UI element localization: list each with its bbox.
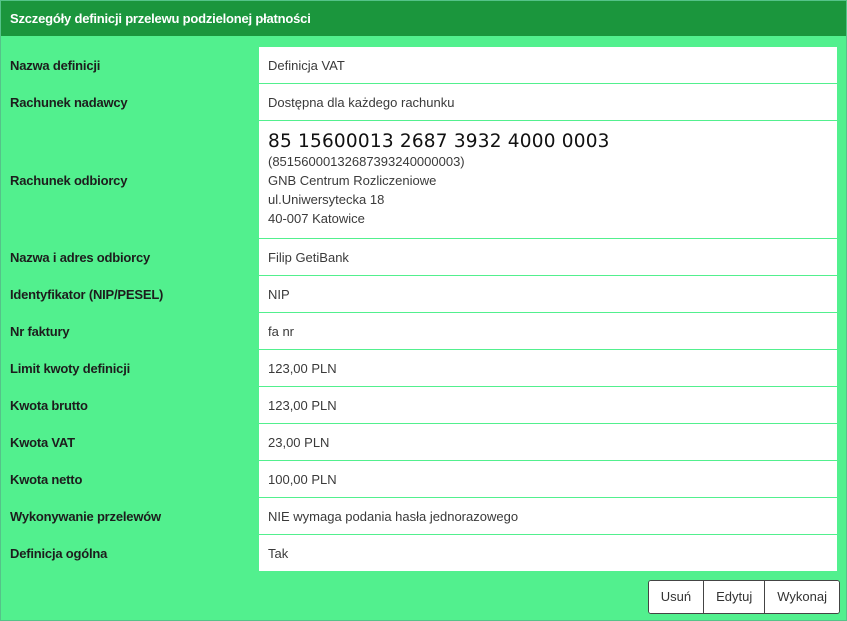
label-definition-name: Nazwa definicji xyxy=(10,58,101,73)
row-gross-amount: Kwota brutto 123,00 PLN xyxy=(1,387,846,424)
value-general-definition: Tak xyxy=(259,535,837,572)
value-vat-amount: 23,00 PLN xyxy=(259,424,837,461)
row-definition-name: Nazwa definicji Definicja VAT xyxy=(1,47,846,84)
recipient-bank-name: GNB Centrum Rozliczeniowe xyxy=(268,172,437,188)
value-invoice-number: fa nr xyxy=(259,313,837,350)
label-general-definition: Definicja ogólna xyxy=(10,546,108,561)
label-net-amount: Kwota netto xyxy=(10,472,83,487)
row-invoice-number: Nr faktury fa nr xyxy=(1,313,846,350)
value-net-amount: 100,00 PLN xyxy=(259,461,837,498)
details-table: Nazwa definicji Definicja VAT Rachunek n… xyxy=(1,47,846,572)
edit-button[interactable]: Edytuj xyxy=(703,581,765,613)
recipient-bank-street: ul.Uniwersytecka 18 xyxy=(268,191,385,207)
label-recipient-name: Nazwa i adres odbiorcy xyxy=(10,250,151,265)
row-identifier: Identyfikator (NIP/PESEL) NIP xyxy=(1,276,846,313)
value-transfer-execution: NIE wymaga podania hasła jednorazowego xyxy=(259,498,837,535)
value-amount-limit: 123,00 PLN xyxy=(259,350,837,387)
value-recipient-name: Filip GetiBank xyxy=(259,239,837,276)
label-identifier: Identyfikator (NIP/PESEL) xyxy=(10,287,164,302)
row-recipient-name: Nazwa i adres odbiorcy Filip GetiBank xyxy=(1,239,846,276)
definition-details-panel: Szczegóły definicji przelewu podzielonej… xyxy=(0,0,847,621)
row-transfer-execution: Wykonywanie przelewów NIE wymaga podania… xyxy=(1,498,846,535)
row-vat-amount: Kwota VAT 23,00 PLN xyxy=(1,424,846,461)
value-definition-name: Definicja VAT xyxy=(259,47,837,84)
label-sender-account: Rachunek nadawcy xyxy=(10,95,128,110)
value-sender-account: Dostępna dla każdego rachunku xyxy=(259,84,837,121)
recipient-account-number: 85 15600013 2687 3932 4000 0003 xyxy=(268,130,610,152)
recipient-account-raw: (85156000132687393240000003) xyxy=(268,153,465,169)
action-button-group: Usuń Edytuj Wykonaj xyxy=(647,580,840,614)
value-recipient-account: 85 15600013 2687 3932 4000 0003 (8515600… xyxy=(259,121,837,239)
label-gross-amount: Kwota brutto xyxy=(10,398,88,413)
row-general-definition: Definicja ogólna Tak xyxy=(1,535,846,572)
recipient-bank-city: 40-007 Katowice xyxy=(268,210,365,226)
value-identifier: NIP xyxy=(259,276,837,313)
label-amount-limit: Limit kwoty definicji xyxy=(10,361,131,376)
row-amount-limit: Limit kwoty definicji 123,00 PLN xyxy=(1,350,846,387)
label-transfer-execution: Wykonywanie przelewów xyxy=(10,509,161,524)
row-net-amount: Kwota netto 100,00 PLN xyxy=(1,461,846,498)
label-invoice-number: Nr faktury xyxy=(10,324,70,339)
execute-button[interactable]: Wykonaj xyxy=(764,581,839,613)
row-sender-account: Rachunek nadawcy Dostępna dla każdego ra… xyxy=(1,84,846,121)
label-recipient-account: Rachunek odbiorcy xyxy=(10,172,128,188)
label-vat-amount: Kwota VAT xyxy=(10,435,75,450)
row-recipient-account: Rachunek odbiorcy 85 15600013 2687 3932 … xyxy=(1,121,846,239)
panel-title: Szczegóły definicji przelewu podzielonej… xyxy=(1,1,846,36)
value-gross-amount: 123,00 PLN xyxy=(259,387,837,424)
delete-button[interactable]: Usuń xyxy=(648,581,704,613)
